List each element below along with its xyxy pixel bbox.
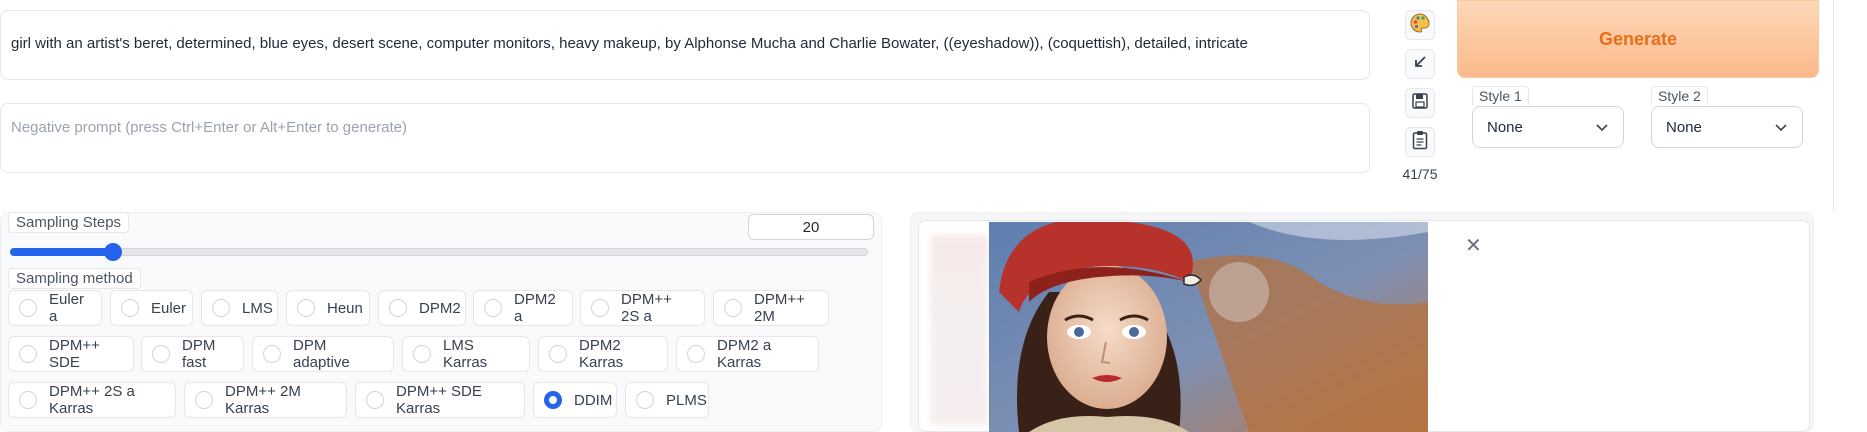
radio-label: DDIM	[574, 391, 613, 409]
negative-prompt-textarea[interactable]: Negative prompt (press Ctrl+Enter or Alt…	[0, 103, 1370, 173]
radio-dpmpp-2s-a-karras[interactable]: DPM++ 2S a Karras	[8, 382, 176, 418]
radio-euler[interactable]: Euler	[110, 290, 193, 326]
radio-label: DPM++ 2S a Karras	[49, 383, 135, 417]
radio-circle	[591, 299, 609, 317]
palette-button[interactable]	[1405, 10, 1435, 40]
radio-lms-karras[interactable]: LMS Karras	[402, 336, 530, 372]
prompt-textarea[interactable]: girl with an artist's beret, determined,…	[0, 10, 1370, 80]
radio-label: DPM++ 2M Karras	[225, 383, 301, 417]
radio-circle	[687, 345, 705, 363]
style2-value: None	[1666, 118, 1702, 136]
save-icon	[1411, 92, 1429, 115]
radio-label: DPM adaptive	[293, 337, 350, 371]
save-style-button[interactable]	[1405, 88, 1435, 118]
radio-dpmpp-2s-a[interactable]: DPM++ 2S a	[580, 290, 705, 326]
slider-thumb[interactable]	[103, 243, 122, 261]
radio-label: DPM++ 2M	[754, 291, 805, 325]
radio-label: DPM2	[419, 299, 461, 317]
generate-button[interactable]: Generate	[1457, 0, 1819, 78]
apply-style-button[interactable]	[1405, 127, 1435, 157]
radio-label: PLMS	[666, 391, 707, 409]
radio-circle	[19, 299, 37, 317]
radio-dpm-adaptive[interactable]: DPM adaptive	[252, 336, 394, 372]
radio-circle	[19, 391, 37, 409]
token-counter: 41/75	[1402, 166, 1438, 182]
radio-label: LMS	[242, 299, 273, 317]
radio-dpmpp-sde-karras[interactable]: DPM++ SDE Karras	[355, 382, 525, 418]
radio-ddim[interactable]: DDIM	[533, 382, 617, 418]
style1-value: None	[1487, 118, 1523, 136]
generated-image[interactable]	[989, 222, 1428, 432]
radio-circle	[263, 345, 281, 363]
radio-circle	[724, 299, 742, 317]
radio-circle	[366, 391, 384, 409]
radio-plms[interactable]: PLMS	[625, 382, 709, 418]
arrow-down-left-icon	[1412, 54, 1428, 75]
radio-circle	[212, 299, 230, 317]
radio-label: DPM2 a	[514, 291, 556, 325]
style1-label: Style 1	[1472, 86, 1529, 105]
radio-dpm2[interactable]: DPM2	[378, 290, 466, 326]
radio-label: LMS Karras	[443, 337, 488, 371]
chevron-down-icon	[1774, 119, 1788, 136]
radio-dpm-fast[interactable]: DPM fast	[141, 336, 244, 372]
radio-circle	[152, 345, 170, 363]
divider	[1833, 0, 1834, 212]
style2-label: Style 2	[1651, 86, 1708, 105]
radio-label: DPM2 Karras	[579, 337, 624, 371]
radio-circle	[636, 391, 654, 409]
radio-circle	[484, 299, 502, 317]
radio-dpm2-karras[interactable]: DPM2 Karras	[538, 336, 668, 372]
sampling-method-label: Sampling method	[8, 268, 141, 289]
radio-heun[interactable]: Heun	[286, 290, 370, 326]
radio-label: DPM++ SDE Karras	[396, 383, 482, 417]
radio-dpmpp-2m-karras[interactable]: DPM++ 2M Karras	[184, 382, 347, 418]
radio-dpmpp-sde[interactable]: DPM++ SDE	[8, 336, 134, 372]
radio-circle-selected	[544, 391, 562, 409]
slider-fill	[10, 248, 113, 256]
gallery-thumbnail[interactable]	[930, 235, 988, 425]
radio-circle	[413, 345, 431, 363]
radio-label: DPM++ 2S a	[621, 291, 672, 325]
sampling-steps-slider[interactable]	[10, 248, 868, 256]
sampling-steps-label: Sampling Steps	[8, 212, 130, 233]
radio-circle	[195, 391, 213, 409]
radio-circle	[121, 299, 139, 317]
radio-label: DPM++ SDE	[49, 337, 100, 371]
read-params-button[interactable]	[1405, 49, 1435, 79]
sampling-steps-input[interactable]: 20	[748, 214, 874, 240]
radio-circle	[389, 299, 407, 317]
clipboard-icon	[1412, 130, 1428, 155]
radio-circle	[297, 299, 315, 317]
radio-lms[interactable]: LMS	[201, 290, 278, 326]
radio-dpm2-a[interactable]: DPM2 a	[473, 290, 573, 326]
close-icon[interactable]: ✕	[1465, 233, 1482, 258]
radio-label: Heun	[327, 299, 363, 317]
radio-label: DPM fast	[182, 337, 216, 371]
style1-select[interactable]: None	[1472, 106, 1624, 148]
radio-euler-a[interactable]: Euler a	[8, 290, 102, 326]
chevron-down-icon	[1595, 119, 1609, 136]
radio-circle	[549, 345, 567, 363]
radio-circle	[19, 345, 37, 363]
radio-label: Euler	[151, 299, 187, 317]
radio-label: DPM2 a Karras	[717, 337, 772, 371]
style2-select[interactable]: None	[1651, 106, 1803, 148]
radio-label: Euler a	[49, 291, 85, 325]
palette-icon	[1409, 12, 1431, 39]
radio-dpm2-a-karras[interactable]: DPM2 a Karras	[676, 336, 819, 372]
radio-dpmpp-2m[interactable]: DPM++ 2M	[713, 290, 829, 326]
